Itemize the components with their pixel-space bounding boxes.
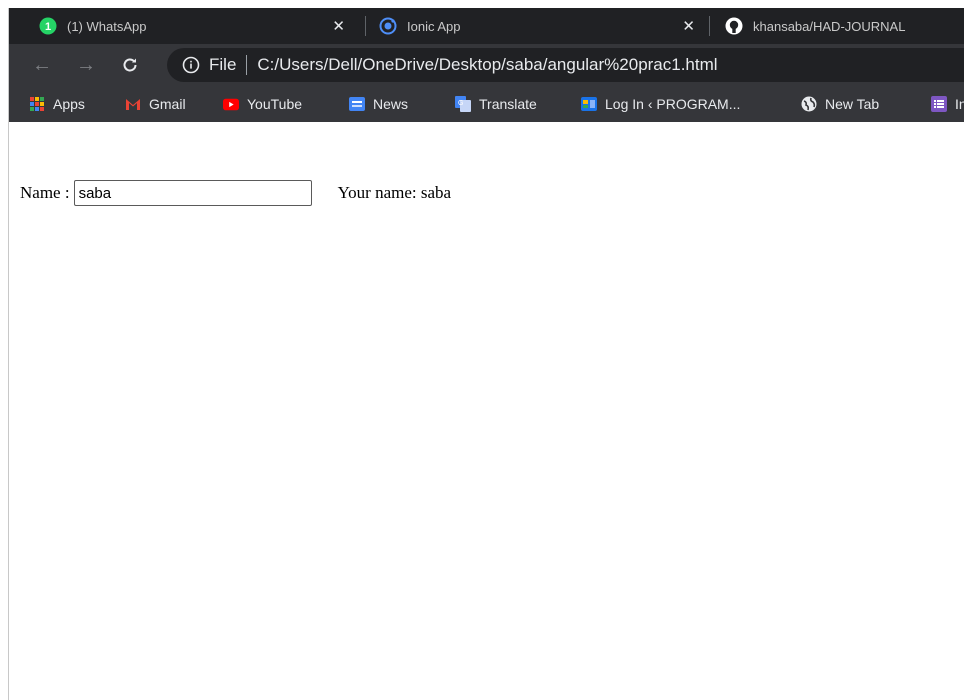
url-text[interactable]: C:/Users/Dell/OneDrive/Desktop/saba/angu… [257,55,717,75]
bookmark-translate[interactable]: G Translate [455,86,537,122]
tab-strip: 1 (1) WhatsApp ✕ Ionic App ✕ khansaba/HA… [9,8,964,44]
whatsapp-icon: 1 [39,17,57,35]
browser-window: 1 (1) WhatsApp ✕ Ionic App ✕ khansaba/HA… [8,8,964,700]
close-tab-icon[interactable]: ✕ [332,17,345,35]
bookmark-label: Apps [53,96,85,112]
bookmark-apps[interactable]: Apps [29,86,85,122]
file-scheme-label: File [209,55,237,74]
toolbar: ← → File C:/Users/Dell/OneDrive/Desktop/… [9,44,964,86]
tab-title: khansaba/HAD-JOURNAL [753,18,906,34]
bookmark-youtube[interactable]: YouTube [223,86,302,122]
bookmark-label: YouTube [247,96,303,112]
back-arrow-icon[interactable]: ← [29,52,55,78]
tab-ionic[interactable]: Ionic App ✕ [379,8,709,44]
your-name-output: Your name: saba [337,183,452,202]
youtube-icon [223,96,239,112]
tab-separator [365,16,366,36]
tab-title: Ionic App [407,18,461,34]
page-content: Name : Your name: saba [9,122,964,700]
info-icon[interactable] [181,55,201,75]
bookmark-gmail[interactable]: Gmail [125,86,186,122]
globe-icon [801,96,817,112]
name-label: Name : [20,183,70,202]
ionic-icon [379,17,397,35]
reload-icon[interactable] [117,52,143,78]
tab-github[interactable]: khansaba/HAD-JOURNAL [725,8,964,44]
name-form-row: Name : Your name: saba [20,180,451,206]
github-icon [725,17,743,35]
tab-whatsapp[interactable]: 1 (1) WhatsApp ✕ [39,8,359,44]
bookmark-label: News [373,96,409,112]
bookmark-label: Translate [479,96,537,112]
bookmarks-bar: Apps Gmail YouTube News G Translate Log … [9,86,964,123]
whatsapp-badge-count: 1 [45,21,51,33]
gmail-icon [125,96,141,112]
site-icon [581,96,597,112]
news-icon [349,96,365,112]
translate-icon: G [455,96,471,112]
address-divider [246,55,248,75]
bookmark-new-tab[interactable]: New Tab [801,86,879,122]
bookmark-label: Log In ‹ PROGRAM... [605,96,741,112]
tab-title: (1) WhatsApp [67,18,147,34]
name-input[interactable] [73,180,312,206]
list-icon [931,96,947,112]
forward-arrow-icon[interactable]: → [73,52,99,78]
bookmark-news[interactable]: News [349,86,408,122]
close-tab-icon[interactable]: ✕ [682,17,695,35]
bookmark-label: Gmail [149,96,186,112]
translate-glyph: G [458,100,463,107]
tab-separator [709,16,710,36]
bookmark-label: In [955,96,964,112]
bookmark-label: New Tab [825,96,880,112]
bookmark-login-program[interactable]: Log In ‹ PROGRAM... [581,86,740,122]
address-bar[interactable]: File C:/Users/Dell/OneDrive/Desktop/saba… [167,48,964,82]
apps-grid-icon [29,96,45,112]
bookmark-overflow[interactable]: In [931,86,964,122]
